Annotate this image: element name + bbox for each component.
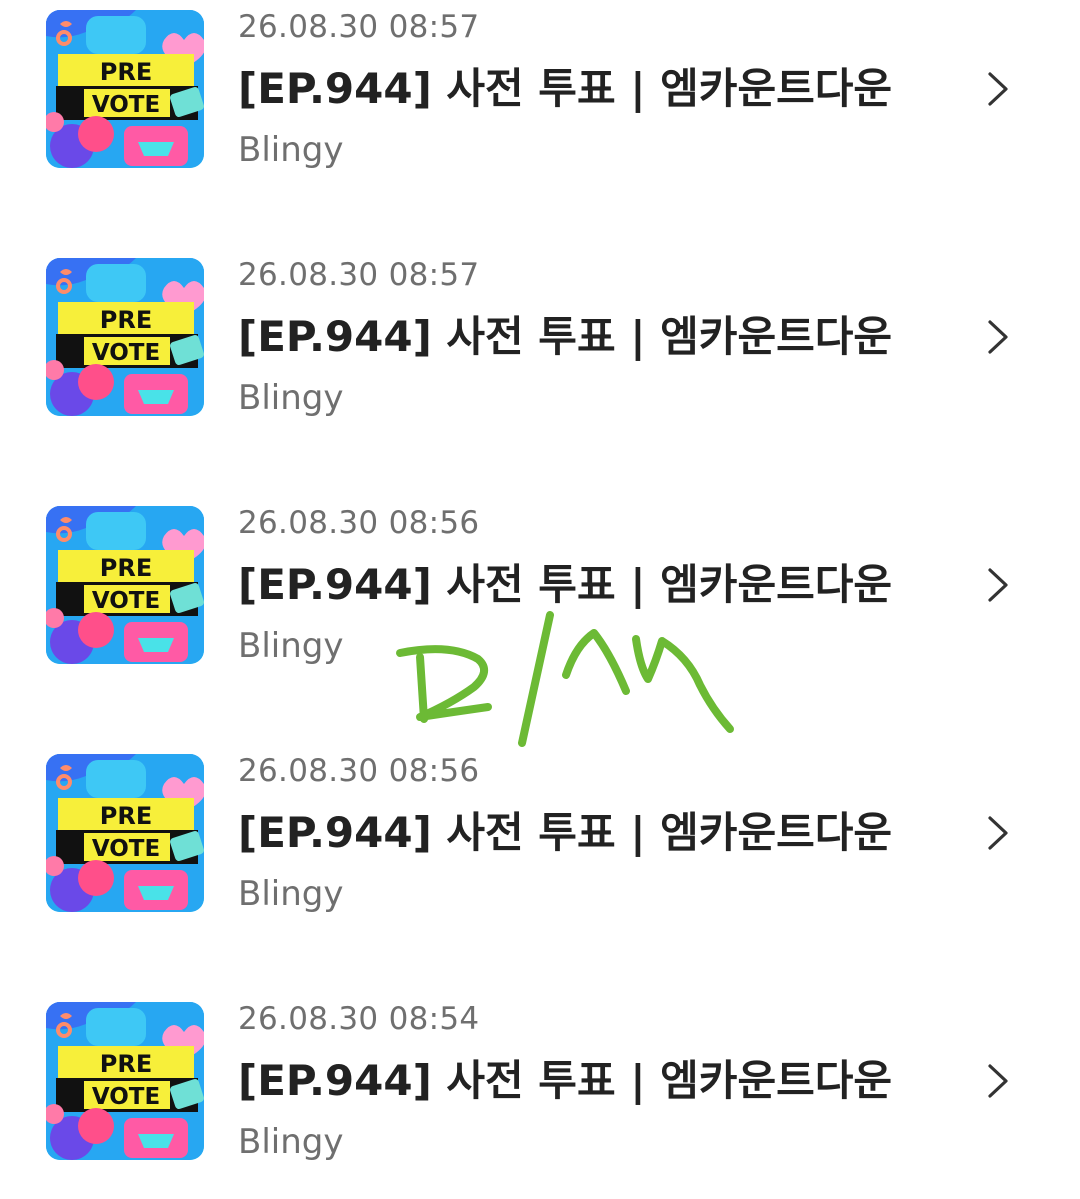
timestamp: 26.08.30 08:56 [238, 505, 480, 541]
svg-text:VOTE: VOTE [92, 588, 160, 614]
chevron-right-icon[interactable] [980, 562, 1014, 608]
item-title: [EP.944] 사전 투표 | 엠카운트다운 [238, 1056, 893, 1105]
pre-vote-thumbnail: PRE VOTE [46, 754, 204, 912]
chevron-right-icon[interactable] [980, 314, 1014, 360]
pre-vote-thumbnail: PRE VOTE [46, 1002, 204, 1160]
timestamp: 26.08.30 08:57 [238, 257, 480, 293]
timestamp: 26.08.30 08:56 [238, 753, 480, 789]
item-title: [EP.944] 사전 투표 | 엠카운트다운 [238, 312, 893, 361]
svg-text:PRE: PRE [100, 802, 152, 830]
pre-vote-thumbnail: PRE VOTE [46, 10, 204, 168]
svg-text:VOTE: VOTE [92, 1084, 160, 1110]
svg-text:VOTE: VOTE [92, 836, 160, 862]
list-item[interactable]: PRE VOTE 26.08.30 08:57 [EP.944] 사전 투표 |… [0, 248, 1080, 448]
item-title: [EP.944] 사전 투표 | 엠카운트다운 [238, 560, 893, 609]
author-name: Blingy [238, 874, 344, 914]
item-title: [EP.944] 사전 투표 | 엠카운트다운 [238, 808, 893, 857]
timestamp: 26.08.30 08:54 [238, 1001, 480, 1037]
pre-vote-thumbnail: PRE VOTE [46, 258, 204, 416]
chevron-right-icon[interactable] [980, 66, 1014, 112]
svg-text:VOTE: VOTE [92, 92, 160, 118]
list-item[interactable]: PRE VOTE 26.08.30 08:57 [EP.944] 사전 투표 |… [0, 0, 1080, 200]
item-title: [EP.944] 사전 투표 | 엠카운트다운 [238, 64, 893, 113]
author-name: Blingy [238, 378, 344, 418]
list-item[interactable]: PRE VOTE 26.08.30 08:56 [EP.944] 사전 투표 |… [0, 496, 1080, 696]
svg-text:PRE: PRE [100, 58, 152, 86]
author-name: Blingy [238, 626, 344, 666]
timestamp: 26.08.30 08:57 [238, 9, 480, 45]
svg-text:VOTE: VOTE [92, 340, 160, 366]
list-item[interactable]: PRE VOTE 26.08.30 08:56 [EP.944] 사전 투표 |… [0, 744, 1080, 944]
list-item[interactable]: PRE VOTE 26.08.30 08:54 [EP.944] 사전 투표 |… [0, 992, 1080, 1192]
chevron-right-icon[interactable] [980, 1058, 1014, 1104]
svg-text:PRE: PRE [100, 306, 152, 334]
author-name: Blingy [238, 1122, 344, 1162]
chevron-right-icon[interactable] [980, 810, 1014, 856]
svg-text:PRE: PRE [100, 554, 152, 582]
pre-vote-history-list: PRE VOTE 26.08.30 08:57 [EP.944] 사전 투표 |… [0, 0, 1080, 1199]
author-name: Blingy [238, 130, 344, 170]
svg-text:PRE: PRE [100, 1050, 152, 1078]
pre-vote-thumbnail: PRE VOTE [46, 506, 204, 664]
